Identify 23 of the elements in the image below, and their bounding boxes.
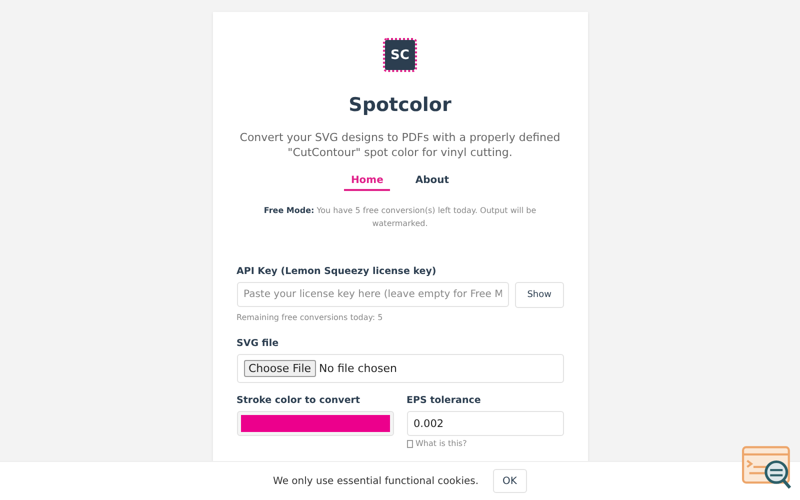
license-key-field[interactable]: Paste your license key here (leave empty for Free M xyxy=(236,282,510,307)
field-label: SVG file xyxy=(236,338,280,349)
missing-glyph-icon xyxy=(406,440,412,448)
color-picker[interactable] xyxy=(236,411,394,436)
help-link[interactable]: What is this? xyxy=(416,439,467,448)
tolerance-field[interactable]: 0.002 xyxy=(406,411,564,436)
show-button[interactable]: Show xyxy=(515,282,564,308)
hint-text: Remaining free conversions today: 5 xyxy=(236,313,384,322)
choose-file-button[interactable]: Choose File xyxy=(244,360,316,377)
description: Convert your SVG designs to PDFs with a properly defined "CutContour" spot color for vinyl cutting. xyxy=(238,130,562,160)
app-title: Spotcolor xyxy=(348,94,452,116)
file-status: No file chosen xyxy=(319,362,397,375)
file-input[interactable]: Choose File No file chosen xyxy=(236,354,564,383)
field-label: EPS tolerance xyxy=(406,395,482,406)
field-label: Stroke color to convert xyxy=(236,395,361,406)
logo: SC xyxy=(385,40,415,70)
console-search-icon[interactable] xyxy=(742,446,792,490)
free-mode-notice: Free Mode: You have 5 free conversion(s) left today. Output will be watermarked. xyxy=(262,205,538,230)
field-label: API Key (Lemon Squeezy license key) xyxy=(236,266,438,277)
ok-button[interactable]: OK xyxy=(492,469,527,493)
nav-tab[interactable]: About xyxy=(408,173,456,191)
nav-tab[interactable]: Home xyxy=(344,173,390,191)
cookie-message: We only use essential functional cookies. xyxy=(273,476,479,486)
